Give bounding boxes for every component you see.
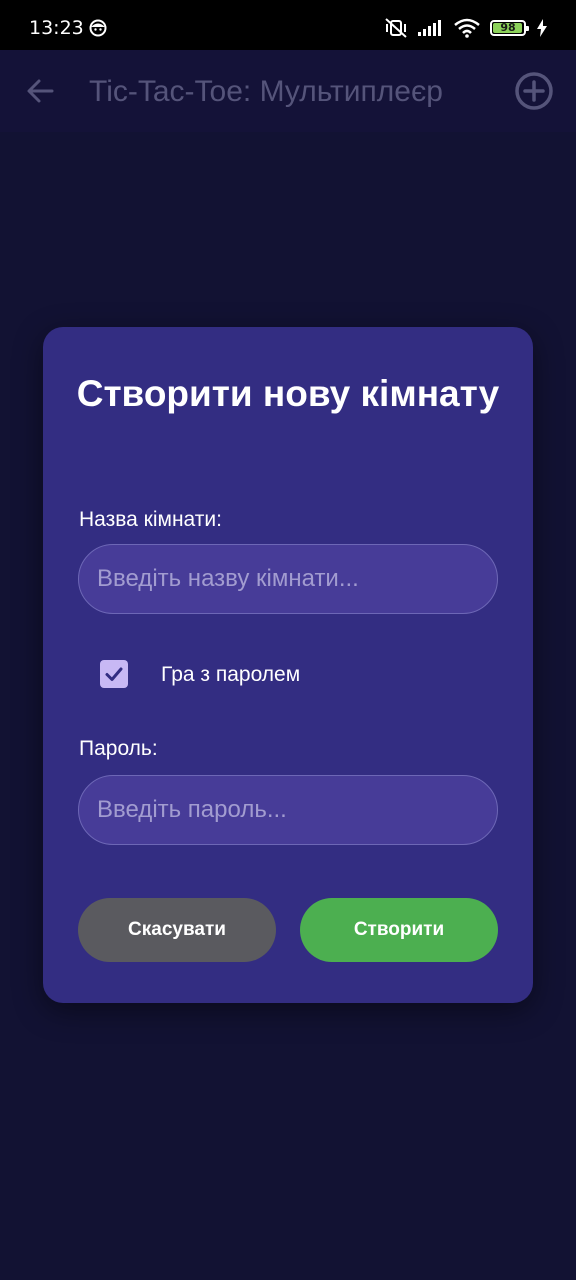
add-room-plus-circle-icon[interactable] [514,71,554,111]
password-checkbox-label[interactable]: Гра з паролем [161,662,300,688]
app-notification-icon [89,19,107,37]
status-bar: 13:23 98 [0,0,576,50]
app-title: Tic-Tac-Toe: Мультиплеєр [89,75,443,108]
back-arrow-icon[interactable] [22,72,60,110]
app-bar: Tic-Tac-Toe: Мультиплеєр [0,50,576,132]
cancel-button[interactable]: Скасувати [78,898,276,962]
create-button[interactable]: Створити [300,898,498,962]
password-label: Пароль: [79,737,158,760]
dialog-title: Створити нову кімнату [76,373,500,414]
status-time: 13:23 [29,17,84,39]
battery-icon: 98 [490,20,529,36]
battery-level: 98 [500,21,516,34]
checkmark-icon [105,667,123,681]
vibrate-off-icon [385,18,407,38]
wifi-icon [454,18,480,38]
create-room-dialog: Створити нову кімнату Назва кімнати: Гра… [43,327,533,1003]
charging-icon [537,19,547,37]
room-name-label: Назва кімнати: [79,508,222,531]
status-icons: 98 [384,17,548,39]
password-checkbox[interactable] [100,660,128,688]
password-input[interactable] [78,775,498,845]
signal-icon [418,20,441,36]
room-name-input[interactable] [78,544,498,614]
